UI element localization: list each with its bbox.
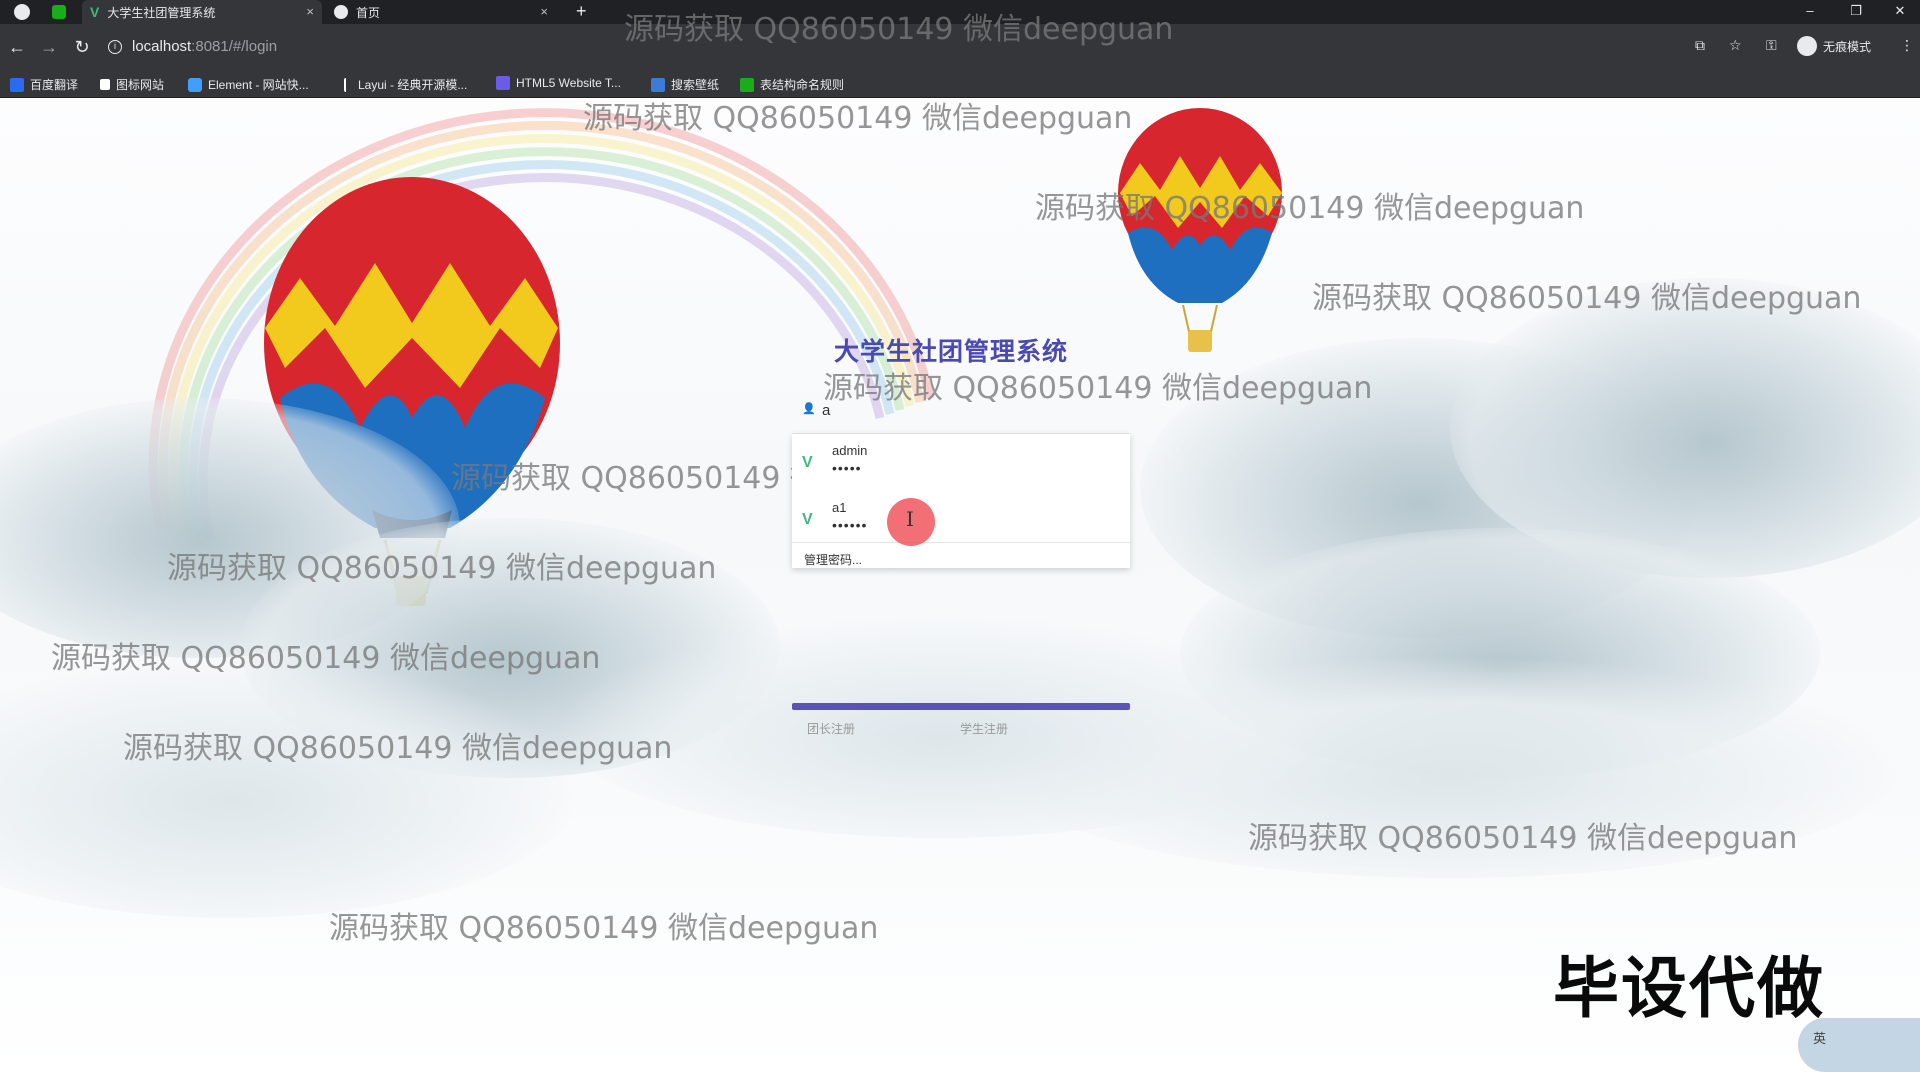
watermark-text: 源码获取 QQ86050149 微信deepguan bbox=[51, 641, 601, 676]
bookmark-label: Layui - 经典开源模... bbox=[358, 78, 468, 92]
watermark-text: 源码获取 QQ86050149 微信deepguan bbox=[167, 551, 717, 586]
login-button[interactable] bbox=[792, 703, 1130, 710]
username-field[interactable]: 👤 bbox=[792, 390, 1130, 434]
autofill-username: a1 bbox=[832, 500, 847, 515]
autofill-password-mask: •••••• bbox=[832, 517, 868, 533]
user-icon: 👤 bbox=[802, 403, 816, 415]
bookmark-star-icon[interactable]: ☆ bbox=[1729, 37, 1742, 54]
bookmark-label: HTML5 Website T... bbox=[516, 76, 621, 90]
manage-passwords-link[interactable]: 管理密码... bbox=[804, 551, 862, 568]
wallpaper-icon bbox=[651, 77, 665, 92]
browser-menu-icon[interactable] bbox=[14, 4, 30, 20]
window-close-icon[interactable]: ✕ bbox=[1880, 0, 1920, 24]
restore-icon[interactable]: ❐ bbox=[1836, 0, 1876, 24]
ime-label: 英 bbox=[1813, 1031, 1827, 1046]
sheet-icon bbox=[740, 77, 754, 92]
vue-key-icon: V bbox=[802, 454, 813, 471]
bookmark-label: 百度翻译 bbox=[30, 78, 79, 92]
autofill-option-admin[interactable]: V admin ••••• bbox=[792, 434, 1130, 490]
back-icon[interactable]: ← bbox=[6, 36, 28, 58]
tab-club-system[interactable]: V 大学生社团管理系统 × bbox=[82, 0, 322, 24]
watermark-text: 源码获取 QQ86050149 微信deepguan bbox=[123, 731, 673, 766]
tab-home[interactable]: 首页 × bbox=[326, 0, 556, 24]
student-register-link[interactable]: 学生注册 bbox=[960, 720, 1008, 737]
element-hexagon-icon bbox=[188, 77, 202, 92]
incognito-icon bbox=[1797, 36, 1817, 56]
bookmark-icon-site[interactable]: 图标网站 bbox=[100, 76, 164, 93]
username-input[interactable] bbox=[822, 398, 1102, 422]
bookmark-html5-website[interactable]: HTML5 Website T... bbox=[496, 76, 621, 90]
reload-icon[interactable]: ↻ bbox=[71, 36, 93, 58]
html5-icon bbox=[496, 76, 510, 90]
url-path: :8081/#/login bbox=[191, 38, 278, 55]
watermark-text: 源码获取 QQ86050149 微信deepguan bbox=[1035, 191, 1585, 226]
watermark-text: 源码获取 QQ86050149 微信deepguan bbox=[1312, 281, 1862, 316]
profile-label: 无痕模式 bbox=[1823, 39, 1872, 54]
text-cursor-icon: I bbox=[906, 507, 914, 531]
flag-icon bbox=[100, 79, 110, 90]
autofill-divider bbox=[792, 542, 1130, 543]
bookmark-element[interactable]: Element - 网站快... bbox=[188, 76, 309, 93]
translate-bookmark-icon bbox=[10, 77, 24, 92]
cloud-image bbox=[560, 618, 1320, 838]
layui-icon bbox=[344, 77, 352, 92]
vue-key-icon: V bbox=[802, 511, 813, 528]
tab-search-icon[interactable] bbox=[52, 5, 66, 19]
close-tab-icon[interactable]: × bbox=[306, 4, 314, 19]
leader-register-link[interactable]: 团长注册 bbox=[807, 720, 855, 737]
incognito-profile[interactable]: 无痕模式 bbox=[1797, 36, 1871, 56]
close-tab-icon[interactable]: × bbox=[540, 4, 548, 19]
bookmark-layui[interactable]: Layui - 经典开源模... bbox=[344, 76, 467, 93]
system-title: 大学生社团管理系统 bbox=[834, 337, 1069, 366]
password-key-icon[interactable]: ⚿ bbox=[1766, 37, 1777, 54]
overlay-caption: 毕设代做 bbox=[1553, 950, 1825, 1027]
watermark-text: 源码获取 QQ86050149 微信deepguan bbox=[1248, 821, 1798, 856]
bookmark-baidu-translate[interactable]: 百度翻译 bbox=[10, 76, 78, 93]
autofill-password-mask: ••••• bbox=[832, 460, 862, 476]
forward-icon[interactable]: → bbox=[38, 36, 60, 58]
autofill-dropdown: V admin ••••• V a1 •••••• 管理密码... bbox=[792, 434, 1130, 568]
translate-icon[interactable]: ⧉ bbox=[1695, 37, 1705, 54]
site-info-icon[interactable]: i bbox=[108, 40, 122, 55]
tab-label: 首页 bbox=[356, 5, 381, 20]
bookmark-label: 图标网站 bbox=[116, 78, 165, 92]
url-host: localhost bbox=[132, 38, 192, 55]
bookmark-label: Element - 网站快... bbox=[208, 78, 309, 92]
watermark-text: 源码获取 QQ86050149 微信deepguan bbox=[583, 101, 1133, 136]
bookmark-label: 表结构命名规则 bbox=[760, 78, 845, 92]
vue-logo-icon: V bbox=[90, 4, 100, 20]
watermark-text: 源码获取 QQ86050149 微信deepguan bbox=[624, 12, 1174, 47]
autofill-username: admin bbox=[832, 443, 868, 458]
tab-label: 大学生社团管理系统 bbox=[107, 5, 216, 20]
bookmark-wallpaper-search[interactable]: 搜索壁纸 bbox=[651, 76, 719, 93]
bookmark-label: 搜索壁纸 bbox=[671, 78, 720, 92]
bookmark-table-naming[interactable]: 表结构命名规则 bbox=[740, 76, 844, 93]
new-tab-button[interactable]: + bbox=[576, 1, 587, 22]
small-balloon-image bbox=[1118, 108, 1282, 352]
autofill-option-a1[interactable]: V a1 •••••• bbox=[792, 491, 1130, 547]
watermark-text: 源码获取 QQ86050149 微信deepguan bbox=[329, 911, 879, 946]
minimize-icon[interactable]: – bbox=[1790, 0, 1830, 24]
browser-menu-icon[interactable]: ⋮ bbox=[1900, 37, 1914, 54]
globe-icon bbox=[334, 5, 348, 19]
